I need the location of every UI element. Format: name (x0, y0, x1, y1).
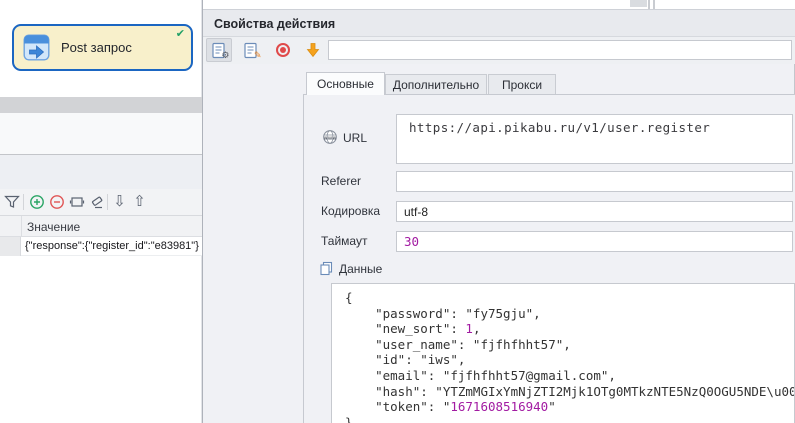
results-table-header: Значение (0, 215, 202, 237)
column-divider (21, 216, 22, 238)
scrollbar-fragment (630, 0, 647, 7)
panel-title: Свойства действия (214, 17, 335, 31)
encoding-input[interactable] (396, 201, 793, 222)
panel-header: Свойства действия (203, 9, 795, 37)
record-icon (276, 43, 290, 57)
success-check-icon: ✔ (176, 27, 185, 40)
data-label: Данные (339, 262, 382, 276)
url-value: https://api.pikabu.ru/v1/user.register (409, 120, 710, 135)
tab-proxy[interactable]: Прокси (488, 74, 556, 95)
url-input[interactable]: https://api.pikabu.ru/v1/user.register (396, 114, 793, 164)
value-column-header[interactable]: Значение (27, 220, 80, 234)
toolbar-separator (107, 194, 108, 210)
jump-to-action-button[interactable] (300, 38, 326, 62)
filter-icon[interactable] (3, 193, 20, 210)
table-row[interactable]: {"response":{"register_id":"e83981"} (0, 237, 202, 256)
top-strip (203, 0, 795, 9)
arrow-down-icon[interactable]: ⇩ (111, 193, 128, 210)
referer-input[interactable] (396, 171, 793, 192)
action-block-post-request[interactable]: Post запрос ✔ (12, 24, 193, 71)
action-block-label: Post запрос (61, 40, 132, 55)
results-panel-header-area (0, 155, 202, 189)
toolbar-separator (23, 194, 24, 210)
svg-text:www: www (324, 136, 337, 142)
arrow-up-icon[interactable]: ⇧ (131, 193, 148, 210)
timeout-label: Таймаут (321, 234, 367, 248)
splitter-line (653, 0, 655, 9)
add-icon[interactable] (28, 193, 45, 210)
tab-additional[interactable]: Дополнительно (385, 74, 487, 95)
frame-icon[interactable] (68, 193, 85, 210)
app-window: Post запрос ✔ ⇩ ⇧ (0, 0, 795, 423)
timeout-input[interactable] (396, 231, 793, 252)
action-properties-panel: Свойства действия ⚙ ✎ (202, 0, 795, 423)
referer-label: Referer (321, 174, 361, 188)
remove-icon[interactable] (48, 193, 65, 210)
pages-copy-icon (319, 261, 334, 281)
canvas-divider-strip (0, 97, 202, 113)
properties-view-button[interactable]: ⚙ (206, 38, 232, 62)
document-gear-icon: ⚙ (211, 42, 228, 59)
results-toolbar: ⇩ ⇧ (0, 189, 202, 215)
request-body-editor[interactable]: { "password": "fy75gju", "new_sort": 1, … (331, 283, 795, 423)
url-label: URL (343, 131, 367, 145)
encoding-label: Кодировка (321, 204, 380, 218)
splitter-line (648, 0, 650, 9)
request-body-code[interactable]: { "password": "fy75gju", "new_sort": 1, … (345, 290, 795, 423)
edit-code-button[interactable]: ✎ (238, 38, 264, 62)
eraser-icon[interactable] (88, 193, 105, 210)
orange-down-arrow-icon (305, 42, 321, 58)
properties-toolbar: ⚙ ✎ (203, 37, 795, 64)
action-comment-input[interactable] (328, 40, 792, 60)
document-pencil-icon: ✎ (243, 42, 260, 59)
project-canvas[interactable]: Post запрос ✔ ⇩ ⇧ (0, 0, 202, 423)
www-globe-icon: www (322, 129, 338, 150)
canvas-lower-area (0, 113, 202, 154)
http-request-icon (23, 34, 50, 61)
record-button[interactable] (270, 38, 296, 62)
row-gutter (0, 237, 21, 256)
tab-main[interactable]: Основные (306, 72, 385, 95)
response-value-cell[interactable]: {"response":{"register_id":"e83981"} (25, 240, 202, 252)
